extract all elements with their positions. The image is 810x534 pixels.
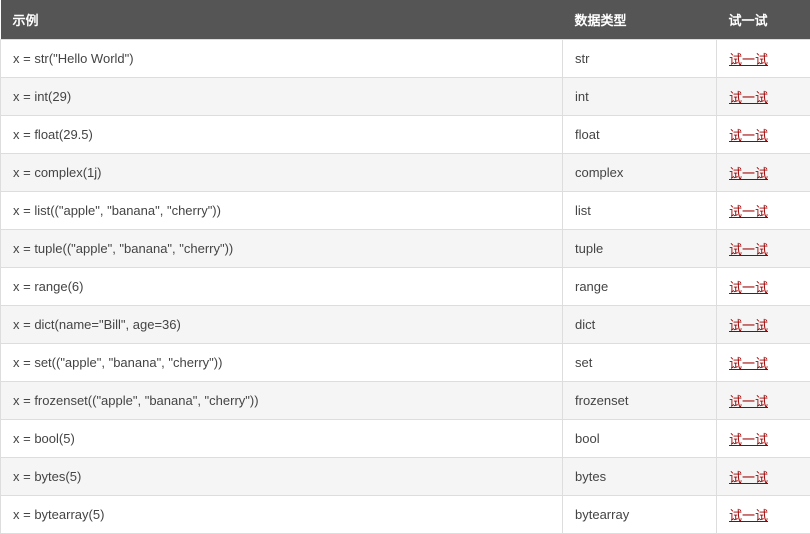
- tryit-link[interactable]: 试一试: [729, 394, 768, 409]
- tryit-link[interactable]: 试一试: [729, 508, 768, 523]
- cell-example: x = tuple(("apple", "banana", "cherry")): [1, 230, 563, 268]
- cell-datatype: tuple: [563, 230, 717, 268]
- cell-tryit: 试一试: [717, 40, 810, 78]
- table-row: x = bytes(5)bytes 试一试: [1, 458, 810, 496]
- cell-datatype: bytes: [563, 458, 717, 496]
- cell-datatype: str: [563, 40, 717, 78]
- cell-tryit: 试一试: [717, 344, 810, 382]
- cell-tryit: 试一试: [717, 154, 810, 192]
- tryit-link[interactable]: 试一试: [729, 90, 768, 105]
- cell-tryit: 试一试: [717, 268, 810, 306]
- cell-example: x = str("Hello World"): [1, 40, 563, 78]
- cell-example: x = set(("apple", "banana", "cherry")): [1, 344, 563, 382]
- table-row: x = complex(1j)complex 试一试: [1, 154, 810, 192]
- cell-tryit: 试一试: [717, 192, 810, 230]
- cell-datatype: bytearray: [563, 496, 717, 534]
- cell-datatype: list: [563, 192, 717, 230]
- tryit-link[interactable]: 试一试: [729, 356, 768, 371]
- tryit-link[interactable]: 试一试: [729, 318, 768, 333]
- table-row: x = str("Hello World")str 试一试: [1, 40, 810, 78]
- table-row: x = int(29)int 试一试: [1, 78, 810, 116]
- cell-datatype: frozenset: [563, 382, 717, 420]
- cell-tryit: 试一试: [717, 306, 810, 344]
- cell-example: x = range(6): [1, 268, 563, 306]
- cell-example: x = frozenset(("apple", "banana", "cherr…: [1, 382, 563, 420]
- table-header-row: 示例 数据类型 试一试: [1, 0, 810, 40]
- cell-tryit: 试一试: [717, 496, 810, 534]
- table-row: x = frozenset(("apple", "banana", "cherr…: [1, 382, 810, 420]
- table-row: x = dict(name="Bill", age=36)dict 试一试: [1, 306, 810, 344]
- header-tryit: 试一试: [717, 0, 810, 40]
- table-row: x = bytearray(5)bytearray 试一试: [1, 496, 810, 534]
- tryit-link[interactable]: 试一试: [729, 280, 768, 295]
- header-datatype: 数据类型: [563, 0, 717, 40]
- cell-example: x = bytes(5): [1, 458, 563, 496]
- header-example: 示例: [1, 0, 563, 40]
- cell-example: x = list(("apple", "banana", "cherry")): [1, 192, 563, 230]
- cell-tryit: 试一试: [717, 78, 810, 116]
- tryit-link[interactable]: 试一试: [729, 166, 768, 181]
- table-row: x = tuple(("apple", "banana", "cherry"))…: [1, 230, 810, 268]
- cell-example: x = bytearray(5): [1, 496, 563, 534]
- cell-datatype: range: [563, 268, 717, 306]
- cell-tryit: 试一试: [717, 230, 810, 268]
- cell-datatype: bool: [563, 420, 717, 458]
- cell-tryit: 试一试: [717, 382, 810, 420]
- cell-example: x = dict(name="Bill", age=36): [1, 306, 563, 344]
- tryit-link[interactable]: 试一试: [729, 432, 768, 447]
- cell-datatype: complex: [563, 154, 717, 192]
- cell-tryit: 试一试: [717, 458, 810, 496]
- cell-example: x = bool(5): [1, 420, 563, 458]
- table-row: x = range(6)range 试一试: [1, 268, 810, 306]
- cell-datatype: dict: [563, 306, 717, 344]
- table-row: x = float(29.5)float 试一试: [1, 116, 810, 154]
- tryit-link[interactable]: 试一试: [729, 470, 768, 485]
- cell-tryit: 试一试: [717, 116, 810, 154]
- cell-datatype: float: [563, 116, 717, 154]
- cell-tryit: 试一试: [717, 420, 810, 458]
- cell-example: x = int(29): [1, 78, 563, 116]
- tryit-link[interactable]: 试一试: [729, 52, 768, 67]
- tryit-link[interactable]: 试一试: [729, 128, 768, 143]
- table-row: x = set(("apple", "banana", "cherry"))se…: [1, 344, 810, 382]
- tryit-link[interactable]: 试一试: [729, 242, 768, 257]
- table-row: x = bool(5)bool 试一试: [1, 420, 810, 458]
- datatype-table: 示例 数据类型 试一试 x = str("Hello World")str试一试…: [0, 0, 810, 534]
- cell-example: x = float(29.5): [1, 116, 563, 154]
- cell-datatype: int: [563, 78, 717, 116]
- cell-datatype: set: [563, 344, 717, 382]
- table-row: x = list(("apple", "banana", "cherry"))l…: [1, 192, 810, 230]
- tryit-link[interactable]: 试一试: [729, 204, 768, 219]
- cell-example: x = complex(1j): [1, 154, 563, 192]
